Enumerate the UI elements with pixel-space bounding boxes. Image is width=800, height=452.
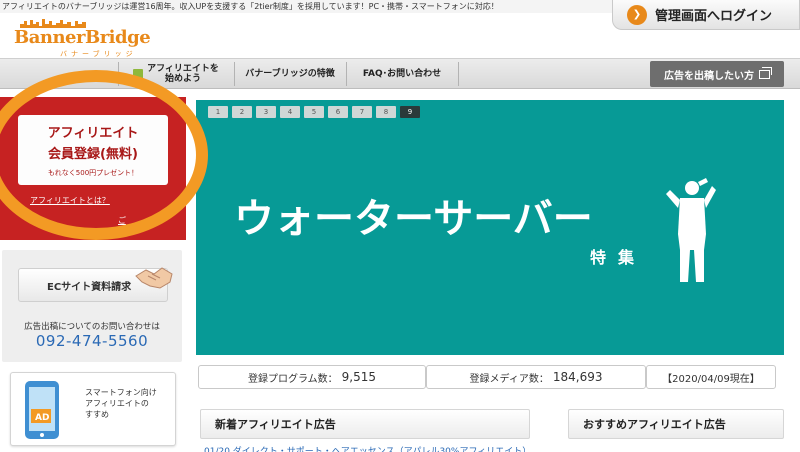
external-window-icon	[759, 66, 772, 79]
recommended-ads-heading: おすすめアフィリエイト広告	[568, 409, 784, 439]
register-button[interactable]: アフィリエイト 会員登録(無料) もれなく500円プレゼント！	[18, 115, 168, 185]
pager-page[interactable]: 4	[280, 106, 300, 118]
nav-item-start-affiliate[interactable]: アフィリエイトを 始めよう	[118, 59, 234, 89]
site-logo[interactable]: BannerBridge バナーブリッジ	[14, 18, 154, 58]
new-ads-heading-text: 新着アフィリエイト広告	[215, 418, 336, 431]
ad-badge-text: AD	[35, 413, 49, 423]
program-count: 登録プログラム数： 9,515	[198, 365, 426, 389]
media-count-value: 184,693	[552, 370, 603, 384]
pager-page[interactable]: 1	[208, 106, 228, 118]
banner-title: ウォーターサーバー	[234, 196, 593, 242]
pager-page[interactable]: 5	[304, 106, 324, 118]
media-count-label: 登録メディア数：	[469, 373, 549, 385]
main-nav: アフィリエイトを 始めよう バナーブリッジの特徴 FAQ･お問い合わせ 広告を出…	[0, 58, 800, 89]
banner-pager: 1 2 3 4 5 6 7 8 9	[208, 106, 420, 118]
smartphone-banner-text: スマートフォン向け アフィリエイトの すすめ	[85, 387, 157, 420]
stats-date: 【2020/04/09現在】	[646, 365, 776, 389]
pager-page[interactable]: 6	[328, 106, 348, 118]
program-count-label: 登録プログラム数：	[247, 373, 338, 385]
ec-inquiry-panel: ECサイト資料請求 広告出稿についてのお問い合わせは 092-474-5560	[2, 250, 182, 362]
smartphone-line-1: スマートフォン向け	[85, 388, 157, 397]
recommended-ads-heading-text: おすすめアフィリエイト広告	[583, 418, 726, 431]
advertise-button[interactable]: 広告を出稿したい方	[650, 61, 784, 87]
drinking-athlete-icon	[666, 178, 716, 282]
pager-page[interactable]: 2	[232, 106, 252, 118]
nav-item-faq[interactable]: FAQ･お問い合わせ	[346, 59, 458, 89]
top-notice-text: アフィリエイトのバナーブリッジは運営16周年。収入UPを支援する「2tier制度…	[2, 2, 499, 11]
nav-item-label: FAQ･お問い合わせ	[362, 69, 442, 79]
stats-date-text: 【2020/04/09現在】	[662, 373, 760, 385]
chevron-right-icon: ❯	[627, 4, 647, 25]
smartphone-icon: AD	[25, 381, 59, 439]
nav-item-label: バナーブリッジの特徴	[245, 69, 335, 79]
pager-page[interactable]: 8	[376, 106, 396, 118]
media-count: 登録メディア数： 184,693	[426, 365, 646, 389]
pager-page[interactable]: 7	[352, 106, 372, 118]
beginner-mark-icon	[133, 69, 144, 79]
nav-item-features[interactable]: バナーブリッジの特徴	[234, 59, 346, 89]
register-promo: もれなく500円プレゼント！	[47, 169, 139, 177]
handshake-icon	[135, 267, 173, 289]
what-is-affiliate-link[interactable]: アフィリエイトとは？	[30, 195, 110, 206]
nav-item-label: アフィリエイトを	[147, 64, 219, 74]
admin-login-label: 管理画面へログイン	[655, 9, 773, 24]
advertise-label: 広告を出稿したい方	[664, 70, 754, 82]
admin-login-button[interactable]: ❯ 管理画面へログイン	[612, 0, 800, 30]
smartphone-line-2: アフィリエイトの	[85, 399, 149, 408]
program-count-value: 9,515	[341, 370, 377, 384]
register-title: アフィリエイト	[47, 126, 139, 141]
register-subtitle: 会員登録(無料)	[48, 147, 138, 162]
banner-subtitle: 特集	[590, 248, 647, 267]
news-item-link[interactable]: 01/20 ダイレクト・サポート・ヘアエッセンス（アパレル30%アフィリエイト）	[200, 444, 530, 452]
nav-divider	[458, 62, 459, 86]
nav-item-label: 始めよう	[164, 74, 201, 84]
logo-name: BannerBridge	[14, 27, 151, 48]
pager-page-active[interactable]: 9	[400, 106, 420, 118]
pager-page[interactable]: 3	[256, 106, 276, 118]
new-ads-heading: 新着アフィリエイト広告	[200, 409, 530, 439]
smartphone-line-3: すすめ	[85, 410, 109, 419]
smartphone-affiliate-banner[interactable]: AD スマートフォン向け アフィリエイトの すすめ	[10, 372, 176, 446]
register-panel: アフィリエイト 会員登録(無料) もれなく500円プレゼント！ アフィリエイトと…	[0, 97, 186, 240]
hero-banner[interactable]: 1 2 3 4 5 6 7 8 9 ウォーターサーバー 特集	[196, 100, 784, 355]
register-secondary-link[interactable]: ご	[118, 215, 126, 226]
ec-brochure-label: ECサイト資料請求	[47, 281, 132, 293]
ec-note: 広告出稿についてのお問い合わせは	[24, 322, 160, 332]
contact-phone[interactable]: 092-474-5560	[2, 332, 182, 350]
